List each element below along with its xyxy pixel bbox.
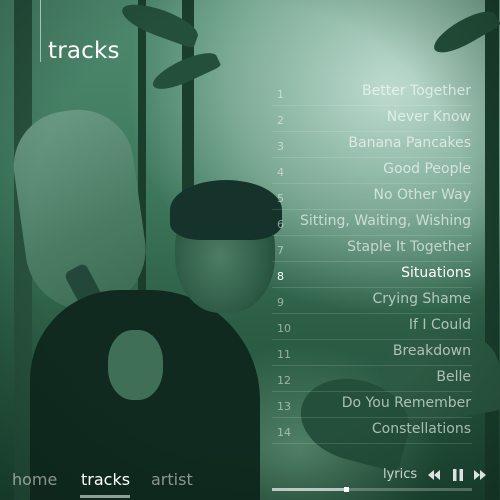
track-title: If I Could [408,317,471,333]
track-title: Crying Shame [372,291,471,307]
track-number: 1 [277,88,284,101]
track-title: Situations [401,265,471,281]
title-divider [40,0,41,62]
track-number: 13 [277,400,291,413]
track-number: 8 [277,270,284,283]
track-row[interactable]: 13 Do You Remember [272,392,472,418]
track-number: 11 [277,348,291,361]
rewind-icon[interactable] [427,468,441,482]
bottom-nav: home tracks artist [0,470,260,498]
track-title: Good People [383,161,471,177]
track-title: No Other Way [373,187,471,203]
player-controls: lyrics [380,466,490,486]
track-title: Belle [436,369,471,385]
track-row[interactable]: 4 Good People [272,158,472,184]
track-row[interactable]: 7 Staple It Together [272,236,472,262]
track-number: 5 [277,192,284,205]
track-title: Do You Remember [341,395,471,411]
playback-progress-fill [272,488,346,491]
track-row[interactable]: 10 If I Could [272,314,472,340]
track-row[interactable]: 11 Breakdown [272,340,472,366]
track-row[interactable]: 1 Better Together [272,80,472,106]
nav-home[interactable]: home [12,470,57,489]
page-title: tracks [48,38,120,64]
track-row[interactable]: 8 Situations [272,262,472,288]
track-row[interactable]: 14 Constellations [272,418,472,444]
track-title: Never Know [386,109,471,125]
nav-tracks[interactable]: tracks [81,470,130,489]
track-row[interactable]: 12 Belle [272,366,472,392]
track-row[interactable]: 5 No Other Way [272,184,472,210]
track-title: Staple It Together [347,239,471,255]
track-number: 3 [277,140,284,153]
track-title: Breakdown [392,343,471,359]
track-number: 10 [277,322,291,335]
track-title: Constellations [371,421,471,437]
track-number: 9 [277,296,284,309]
track-number: 6 [277,218,284,231]
track-title: Better Together [362,83,471,99]
playback-progress-bar[interactable] [272,487,472,492]
track-title: Sitting, Waiting, Wishing [299,213,471,229]
track-number: 12 [277,374,291,387]
track-row[interactable]: 2 Never Know [272,106,472,132]
track-row[interactable]: 3 Banana Pancakes [272,132,472,158]
track-number: 4 [277,166,284,179]
track-number: 14 [277,426,291,439]
fast-forward-icon[interactable] [473,468,487,482]
nav-active-indicator [80,495,130,498]
lyrics-button[interactable]: lyrics [383,467,417,482]
track-row[interactable]: 6 Sitting, Waiting, Wishing [272,210,472,236]
track-number: 7 [277,244,284,257]
pause-icon[interactable] [451,468,465,482]
track-title: Banana Pancakes [348,135,471,151]
playback-progress-knob[interactable] [344,487,349,492]
track-row[interactable]: 9 Crying Shame [272,288,472,314]
nav-artist[interactable]: artist [151,470,193,489]
track-number: 2 [277,114,284,127]
track-list: 1 Better Together 2 Never Know 3 Banana Panca… [272,80,472,444]
